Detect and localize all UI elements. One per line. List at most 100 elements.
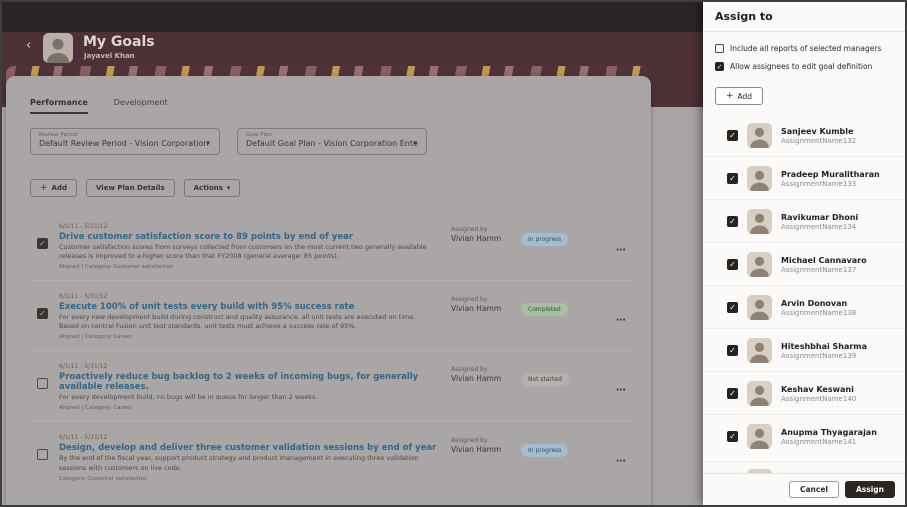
- assignee-row[interactable]: ✓ Sanjeev Kumble AssignmentName132: [703, 114, 905, 156]
- assignee-avatar: [747, 123, 772, 148]
- goal-plan-dropdown[interactable]: Goal Plan Default Goal Plan - Vision Cor…: [237, 128, 427, 155]
- assignee-assignment: AssignmentName133: [781, 179, 857, 188]
- allow-edit-checkbox[interactable]: ✓: [715, 62, 724, 71]
- more-actions-icon[interactable]: ⋯: [616, 245, 627, 256]
- check-icon: ✓: [729, 346, 736, 355]
- page-title: My Goals: [83, 34, 155, 50]
- goal-row: ✓ 6/1/11 - 5/31/12 Execute 100% of unit …: [30, 280, 633, 350]
- chevron-down-icon: ▾: [206, 139, 210, 147]
- actions-button[interactable]: Actions ▾: [183, 179, 241, 197]
- assignee-assignment: AssignmentName134: [781, 222, 857, 231]
- assignee-checkbox[interactable]: ✓: [727, 388, 738, 399]
- assignee-checkbox[interactable]: ✓: [727, 259, 738, 270]
- goal-checkbox[interactable]: ✓: [37, 308, 48, 320]
- assignee-text: Keshav Keswani AssignmentName140: [781, 385, 856, 403]
- assignee-avatar: [747, 166, 772, 191]
- chevron-down-icon: ▾: [226, 184, 231, 192]
- tab-performance[interactable]: Performance: [30, 98, 88, 114]
- goal-assigned-by: Assigned by Vivian Hamm: [451, 223, 515, 270]
- chevron-down-icon: ▾: [413, 139, 417, 147]
- assignee-list: ✓ Sanjeev Kumble AssignmentName132 ✓ Pra…: [703, 114, 905, 461]
- more-actions-icon[interactable]: ⋯: [616, 456, 627, 467]
- check-icon: ✓: [729, 217, 736, 226]
- assignee-row[interactable]: ✓ Pradeep Muralitharan AssignmentName133: [703, 156, 905, 199]
- tab-development[interactable]: Development: [114, 98, 168, 114]
- goal-meta: Aligned | Category: Customer satisfactio…: [59, 264, 174, 271]
- assignee-name: Pradeep Muralitharan: [781, 169, 880, 179]
- goal-description: For every development build, no bugs wil…: [59, 393, 318, 402]
- filter-row: Review Period Default Review Period - Vi…: [30, 128, 651, 155]
- assignee-avatar: [747, 424, 772, 449]
- check-icon: ✓: [729, 131, 736, 140]
- goal-description: Customer satisfaction scores from survey…: [59, 243, 427, 261]
- goal-description: For every new development build during c…: [59, 313, 416, 331]
- goal-checkbox[interactable]: ✓: [37, 238, 48, 249]
- goal-plan-label: Goal Plan: [246, 132, 272, 138]
- goal-description: By the end of the fiscal year, support p…: [59, 454, 419, 472]
- assignee-checkbox[interactable]: ✓: [727, 345, 738, 356]
- screen: ‹ My Goals Jayavel Khan Performance Deve…: [0, 0, 907, 507]
- goal-dates: 6/1/11 - 5/31/12: [59, 363, 108, 371]
- assignee-name: Sanjeev Kumble: [781, 126, 854, 136]
- assigned-by-name: Vivian Hamm: [451, 445, 502, 455]
- review-period-label: Review Period: [39, 132, 78, 138]
- goal-dates: 6/1/11 - 5/31/12: [59, 223, 108, 230]
- assignee-row[interactable]: ✓ Anupma Thyagarajan AssignmentName141: [703, 414, 905, 457]
- assign-button[interactable]: Assign: [844, 481, 895, 498]
- assignee-checkbox[interactable]: ✓: [727, 302, 738, 313]
- assignee-checkbox[interactable]: ✓: [727, 216, 738, 227]
- back-button[interactable]: ‹: [26, 39, 31, 52]
- plus-icon: +: [40, 183, 48, 193]
- goal-row: ✓ 6/1/11 - 5/31/12 Proactively reduce bu…: [30, 350, 633, 421]
- assignee-name: Keshav Keswani: [781, 384, 854, 394]
- assignee-row[interactable]: ✓ Hiteshbhai Sharma AssignmentName139: [703, 328, 905, 371]
- panel-add-row: + Add: [715, 83, 893, 105]
- goal-title-link[interactable]: Design, develop and deliver three custom…: [59, 443, 437, 453]
- assignee-avatar: [747, 295, 772, 320]
- review-period-dropdown[interactable]: Review Period Default Review Period - Vi…: [30, 128, 220, 155]
- assignee-checkbox[interactable]: ✓: [727, 173, 738, 184]
- goal-title-link[interactable]: Execute 100% of unit tests every build w…: [59, 302, 437, 312]
- assignee-text: Pradeep Muralitharan AssignmentName133: [781, 170, 880, 188]
- goal-checkbox[interactable]: ✓: [37, 449, 48, 461]
- goal-status: In progress: [521, 223, 569, 270]
- assignee-row[interactable]: ✓ Arvin Donovan AssignmentName138: [703, 285, 905, 328]
- assigned-by-label: Assigned by: [451, 226, 488, 233]
- goal-dates: 6/1/11 - 5/31/12: [59, 434, 108, 442]
- goal-title-link[interactable]: Drive customer satisfaction score to 89 …: [59, 232, 437, 242]
- assignee-row[interactable]: ✓ Keshav Keswani AssignmentName140: [703, 371, 905, 414]
- add-assignee-button[interactable]: + Add: [715, 87, 764, 105]
- more-actions-icon[interactable]: ⋯: [616, 385, 627, 396]
- add-goal-button[interactable]: + Add: [30, 179, 77, 197]
- assignee-assignment: AssignmentName141: [781, 437, 857, 446]
- assignee-row[interactable]: ✓ Michael Cannavaro AssignmentName137: [703, 242, 905, 285]
- goal-title-link[interactable]: Proactively reduce bug backlog to 2 week…: [59, 372, 437, 392]
- assignee-text: Anupma Thyagarajan AssignmentName141: [781, 428, 877, 446]
- goal-dates: 6/1/11 - 5/31/12: [59, 293, 108, 301]
- goals-toolbar: + Add View Plan Details Actions ▾: [30, 179, 651, 197]
- view-plan-details-button[interactable]: View Plan Details: [86, 179, 175, 197]
- status-badge: Not started: [521, 373, 569, 387]
- assignee-checkbox[interactable]: ✓: [727, 130, 738, 141]
- goal-main: 6/1/11 - 5/31/12 Drive customer satisfac…: [59, 223, 437, 270]
- include-reports-checkbox[interactable]: ✓: [715, 44, 724, 53]
- cancel-button[interactable]: Cancel: [788, 481, 839, 498]
- goal-plan-value: Default Goal Plan - Vision Corporation E…: [246, 139, 418, 148]
- check-icon: ✓: [39, 309, 46, 319]
- goal-main: 6/1/11 - 5/31/12 Execute 100% of unit te…: [59, 293, 437, 340]
- goal-checkbox[interactable]: ✓: [37, 378, 48, 390]
- actions-label: Actions: [193, 184, 223, 192]
- assignee-name: Anupma Thyagarajan: [781, 427, 877, 437]
- assignee-checkbox[interactable]: ✓: [727, 431, 738, 442]
- assignee-assignment: AssignmentName132: [781, 136, 857, 145]
- assignee-name: Hiteshbhai Sharma: [781, 341, 868, 351]
- assigned-by-name: Vivian Hamm: [451, 234, 502, 243]
- assignee-row[interactable]: ✓ Ravikumar Dhoni AssignmentName134: [703, 199, 905, 242]
- assignee-text: Hiteshbhai Sharma AssignmentName139: [781, 342, 867, 360]
- assigned-by-label: Assigned by: [451, 437, 488, 445]
- assignee-assignment: AssignmentName138: [781, 308, 857, 317]
- assignee-name: Michael Cannavaro: [781, 255, 867, 265]
- more-actions-icon[interactable]: ⋯: [616, 315, 627, 326]
- assignee-name: Arvin Donovan: [781, 298, 848, 308]
- page-subtitle: Jayavel Khan: [84, 52, 135, 60]
